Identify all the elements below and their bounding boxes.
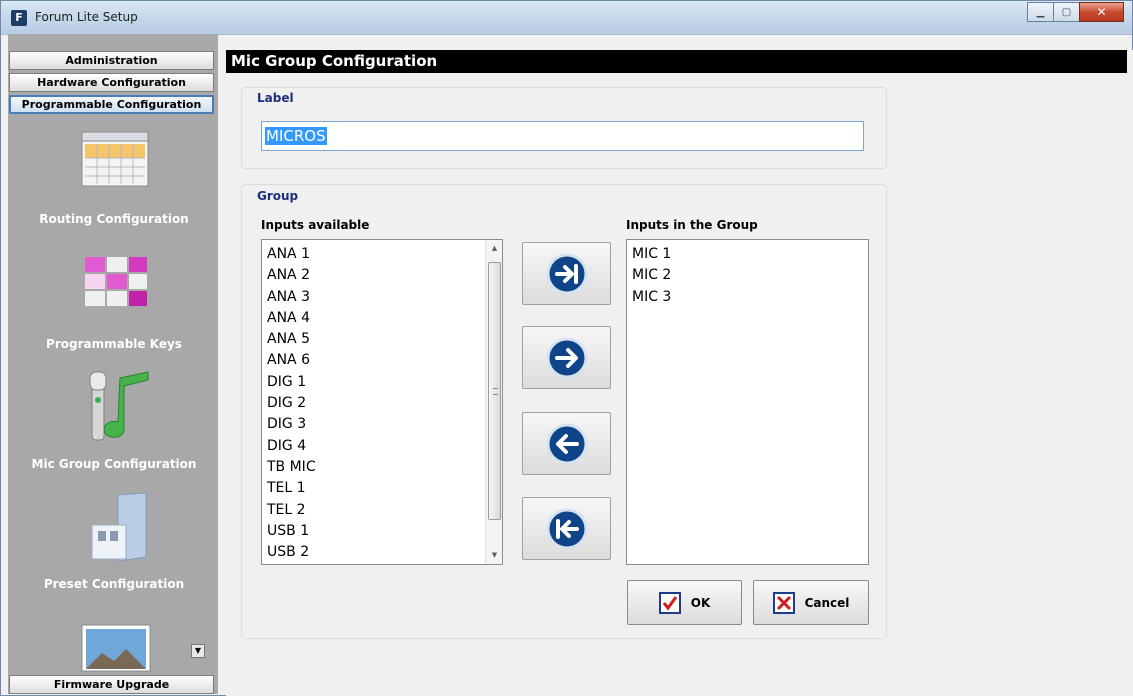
nav-items-area: Routing Configuration Programmable Keys … [10,119,218,674]
scroll-thumb[interactable] [488,262,501,520]
list-item[interactable]: MIC 3 [627,287,868,308]
nav-programmable-configuration[interactable]: Programmable Configuration [9,95,214,114]
arrow-left-bar-icon [546,508,587,549]
arrow-right-icon [546,337,587,378]
window-title: Forum Lite Setup [35,10,138,24]
cancel-button[interactable]: Cancel [753,580,869,625]
cancel-button-label: Cancel [804,595,850,610]
list-item[interactable]: USB 2 [262,542,502,563]
nav-item-programmable-keys[interactable]: Programmable Keys [10,239,218,361]
list-item[interactable]: ANA 6 [262,350,502,371]
remove-all-button[interactable] [522,497,611,560]
folder-icon [91,492,147,562]
title-bar: F Forum Lite Setup ▁ ▢ ✕ [1,1,1132,35]
page-title: Mic Group Configuration [226,50,1127,73]
list-item[interactable]: MIC 2 [627,265,868,286]
list-item[interactable]: ANA 4 [262,308,502,329]
list-item[interactable]: DIG 1 [262,372,502,393]
list-item[interactable]: TEL 1 [262,478,502,499]
arrow-left-icon [546,423,587,464]
checkmark-icon [658,591,681,614]
list-item[interactable]: USB 1 [262,521,502,542]
scroll-up-icon[interactable]: ▲ [486,240,502,257]
inputs-available-label: Inputs available [261,218,370,232]
cancel-x-icon [772,591,795,614]
minimize-icon[interactable]: ▁ [1027,2,1054,22]
nav-item-label: Routing Configuration [39,212,189,226]
mic-music-icon [89,371,149,441]
close-icon[interactable]: ✕ [1079,2,1124,22]
list-item[interactable]: TB MIC [262,457,502,478]
scroll-down-icon[interactable]: ▼ [486,547,502,564]
nav-item-label: Programmable Keys [46,337,182,351]
nav-administration[interactable]: Administration [9,51,214,70]
list-item[interactable]: DIG 3 [262,414,502,435]
list-item[interactable]: TEL 2 [262,500,502,521]
list-item[interactable]: DIG 2 [262,393,502,414]
list-item[interactable]: ANA 3 [262,287,502,308]
nav-item-label: Preset Configuration [43,577,185,591]
keys-icon [85,257,147,306]
available-inputs-list[interactable]: ANA 1 ANA 2 ANA 3 ANA 4 ANA 5 ANA 6 DIG … [261,239,503,565]
nav-item-mic-group-configuration[interactable]: Mic Group Configuration [10,361,218,483]
inputs-in-group-label: Inputs in the Group [626,218,758,232]
nav-firmware-upgrade[interactable]: Firmware Upgrade [9,675,214,694]
add-button[interactable] [522,326,611,389]
nav-item-photo[interactable] [10,605,218,674]
ok-button-label: OK [690,595,711,610]
nav-item-routing-configuration[interactable]: Routing Configuration [10,119,218,239]
arrow-right-bar-icon [546,253,587,294]
ok-button[interactable]: OK [627,580,742,625]
add-all-button[interactable] [522,242,611,305]
nav-scroll-down-icon[interactable]: ▼ [191,644,205,658]
maximize-icon[interactable]: ▢ [1053,2,1080,22]
grid-table-icon [81,131,149,187]
app-logo-icon: F [11,10,27,26]
nav-hardware-configuration[interactable]: Hardware Configuration [9,73,214,92]
group-section-title: Group [257,189,299,203]
list-item[interactable]: ANA 5 [262,329,502,350]
group-inputs-list[interactable]: MIC 1 MIC 2 MIC 3 [626,239,869,565]
list-item[interactable]: ANA 2 [262,265,502,286]
available-list-scrollbar[interactable]: ▲ ▼ [485,240,502,564]
nav-item-preset-configuration[interactable]: Preset Configuration [10,483,218,605]
remove-button[interactable] [522,412,611,475]
label-section-title: Label [257,91,294,105]
nav-item-label: Mic Group Configuration [31,457,197,471]
photo-icon [81,624,151,672]
list-item[interactable]: ANA 1 [262,244,502,265]
label-input-value: MICROS [265,127,327,145]
list-item[interactable]: MIC 1 [627,244,868,265]
label-input[interactable]: MICROS [261,121,864,151]
list-item[interactable]: DIG 4 [262,436,502,457]
